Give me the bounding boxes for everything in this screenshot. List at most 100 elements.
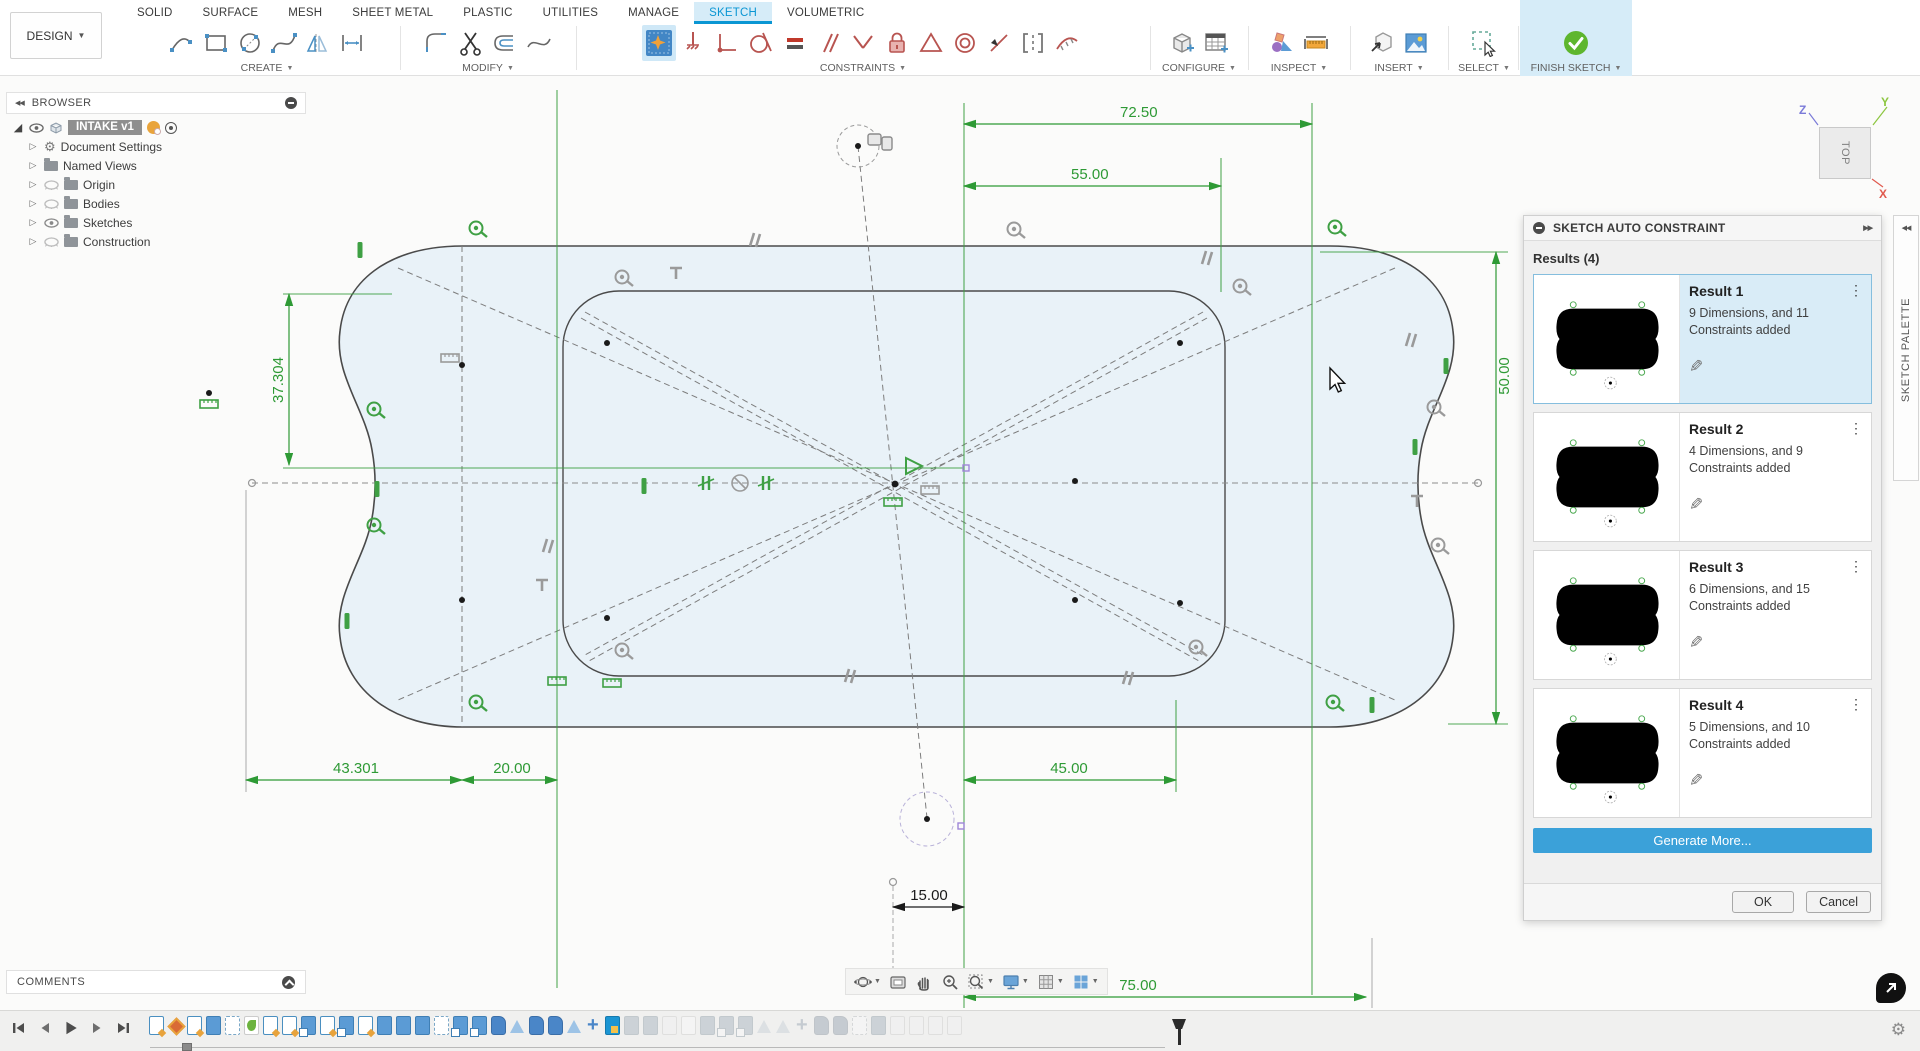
eye-icon[interactable] — [29, 123, 44, 133]
configuration-table-button[interactable] — [1199, 25, 1233, 61]
expand-icon[interactable]: ▷ — [27, 236, 39, 247]
eye-icon[interactable] — [44, 218, 59, 228]
timeline-feature-sk[interactable] — [149, 1016, 164, 1035]
orbit-button[interactable]: ▼ — [851, 971, 884, 993]
measure-button[interactable] — [1265, 25, 1299, 61]
root-component-name[interactable]: INTAKE v1 — [68, 120, 142, 135]
go-to-end-button[interactable] — [112, 1018, 134, 1038]
timeline-feature-sk[interactable] — [187, 1016, 202, 1035]
edit-pencil-icon[interactable]: ✎ — [1689, 357, 1703, 377]
feedback-bubble-button[interactable] — [1876, 973, 1906, 1003]
timeline-feature-doc[interactable] — [947, 1016, 962, 1035]
tab-plastic[interactable]: PLASTIC — [448, 2, 527, 24]
expand-icon[interactable]: ▷ — [27, 160, 39, 171]
sketch-dimension-button[interactable] — [335, 25, 369, 61]
look-at-button[interactable] — [886, 971, 910, 993]
circle-tool-button[interactable] — [233, 25, 267, 61]
eye-closed-icon[interactable] — [44, 180, 59, 190]
timeline-feature-ex[interactable] — [700, 1016, 715, 1035]
timeline-feature-ex[interactable] — [415, 1016, 430, 1035]
comments-expand-icon[interactable] — [282, 976, 295, 989]
inspect-ruler-button[interactable] — [1299, 25, 1333, 61]
timeline-feature-doc[interactable] — [890, 1016, 905, 1035]
constraints-menu[interactable]: CONSTRAINTS▼ — [820, 62, 906, 74]
create-menu[interactable]: CREATE▼ — [241, 62, 294, 74]
timeline-end-marker[interactable] — [1172, 1019, 1186, 1045]
timeline-feature-sk[interactable] — [358, 1016, 373, 1035]
grid-settings-button[interactable]: ▼ — [1034, 971, 1067, 993]
timeline-feature-ex[interactable] — [643, 1016, 658, 1035]
insert-menu[interactable]: INSERT▼ — [1374, 62, 1423, 74]
tab-sketch[interactable]: SKETCH — [694, 2, 772, 24]
step-forward-button[interactable] — [86, 1018, 108, 1038]
expand-icon[interactable]: ▷ — [27, 217, 39, 228]
kebab-menu-icon[interactable]: ⋮ — [1849, 558, 1863, 575]
kebab-menu-icon[interactable]: ⋮ — [1849, 282, 1863, 299]
insert-image-button[interactable] — [1399, 25, 1433, 61]
step-back-button[interactable] — [34, 1018, 56, 1038]
panel-minimize-icon[interactable] — [1533, 222, 1545, 234]
zoom-window-button[interactable]: ▼ — [964, 971, 997, 993]
finish-sketch-menu[interactable]: FINISH SKETCH▼ — [1531, 62, 1622, 74]
trim-tool-button[interactable] — [454, 25, 488, 61]
display-settings-button[interactable]: ▼ — [999, 971, 1032, 993]
inspect-menu[interactable]: INSPECT▼ — [1271, 62, 1327, 74]
tab-solid[interactable]: SOLID — [122, 2, 188, 24]
timeline-feature-mv[interactable] — [586, 1016, 601, 1035]
timeline-feature-bd[interactable] — [529, 1016, 544, 1035]
curve-tool-button[interactable] — [522, 25, 556, 61]
timeline-feature-mi[interactable] — [510, 1016, 525, 1035]
browser-root-row[interactable]: ◢ INTAKE v1 — [12, 118, 306, 137]
timeline-feature-cp[interactable] — [339, 1016, 354, 1035]
timeline-feature-bd[interactable] — [548, 1016, 563, 1035]
zoom-button[interactable] — [938, 971, 962, 993]
timeline-feature-sk[interactable] — [320, 1016, 335, 1035]
kebab-menu-icon[interactable]: ⋮ — [1849, 420, 1863, 437]
dim-37-304[interactable]: 37.304 — [270, 357, 287, 403]
tangent-constraint-button[interactable] — [744, 25, 778, 61]
timeline-feature-ex[interactable] — [206, 1016, 221, 1035]
comments-bar[interactable]: COMMENTS — [6, 970, 306, 994]
browser-item-sketches[interactable]: ▷ Sketches — [12, 213, 306, 232]
expand-icon[interactable]: ▷ — [27, 179, 39, 190]
timeline-feature-bd[interactable] — [491, 1016, 506, 1035]
timeline-feature-ex[interactable] — [377, 1016, 392, 1035]
browser-header[interactable]: ◀◀ BROWSER — [6, 92, 306, 114]
viewports-button[interactable]: ▼ — [1069, 971, 1102, 993]
timeline-feature-ex[interactable] — [624, 1016, 639, 1035]
result-card-1[interactable]: Result 1 9 Dimensions, and 11 Constraint… — [1533, 274, 1872, 404]
timeline-slider-handle[interactable] — [182, 1043, 192, 1051]
auto-constraint-tool-button-active[interactable] — [642, 25, 676, 61]
generate-more-button[interactable]: Generate More... — [1533, 828, 1872, 853]
spline-tool-button[interactable] — [267, 25, 301, 61]
panel-header[interactable]: SKETCH AUTO CONSTRAINT ▶▶ — [1524, 216, 1881, 241]
timeline-feature-cp[interactable] — [472, 1016, 487, 1035]
timeline-feature-sk-active[interactable] — [605, 1016, 620, 1035]
tab-manage[interactable]: MANAGE — [613, 2, 694, 24]
timeline-feature-sel[interactable] — [225, 1016, 240, 1035]
timeline-feature-mi[interactable] — [567, 1016, 582, 1035]
fix-constraint-button[interactable] — [676, 25, 710, 61]
timeline-feature-gem[interactable] — [168, 1016, 183, 1035]
activate-component-icon[interactable] — [165, 122, 177, 134]
rectangle-tool-button[interactable] — [199, 25, 233, 61]
timeline-settings-gear-icon[interactable]: ⚙ — [1891, 1020, 1906, 1040]
eye-closed-icon[interactable] — [44, 199, 59, 209]
design-workspace-menu[interactable]: DESIGN ▼ — [10, 12, 102, 59]
timeline-feature-cp[interactable] — [738, 1016, 753, 1035]
edit-pencil-icon[interactable]: ✎ — [1689, 771, 1703, 791]
midpoint-constraint-button[interactable] — [982, 25, 1016, 61]
timeline-feature-bd[interactable] — [814, 1016, 829, 1035]
tab-utilities[interactable]: UTILITIES — [528, 2, 613, 24]
lock-constraint-button[interactable] — [880, 25, 914, 61]
timeline-feature-cp[interactable] — [719, 1016, 734, 1035]
viewcube-top-face[interactable]: TOP — [1819, 127, 1871, 179]
perpendicular-constraint-button[interactable] — [846, 25, 880, 61]
timeline-feature-cp[interactable] — [301, 1016, 316, 1035]
ok-button[interactable]: OK — [1732, 891, 1794, 913]
finish-sketch-button[interactable] — [1559, 25, 1593, 61]
dim-72-50[interactable]: 72.50 — [1120, 104, 1158, 121]
timeline-feature-cp[interactable] — [453, 1016, 468, 1035]
eye-closed-icon[interactable] — [44, 237, 59, 247]
pan-button[interactable] — [912, 971, 936, 993]
